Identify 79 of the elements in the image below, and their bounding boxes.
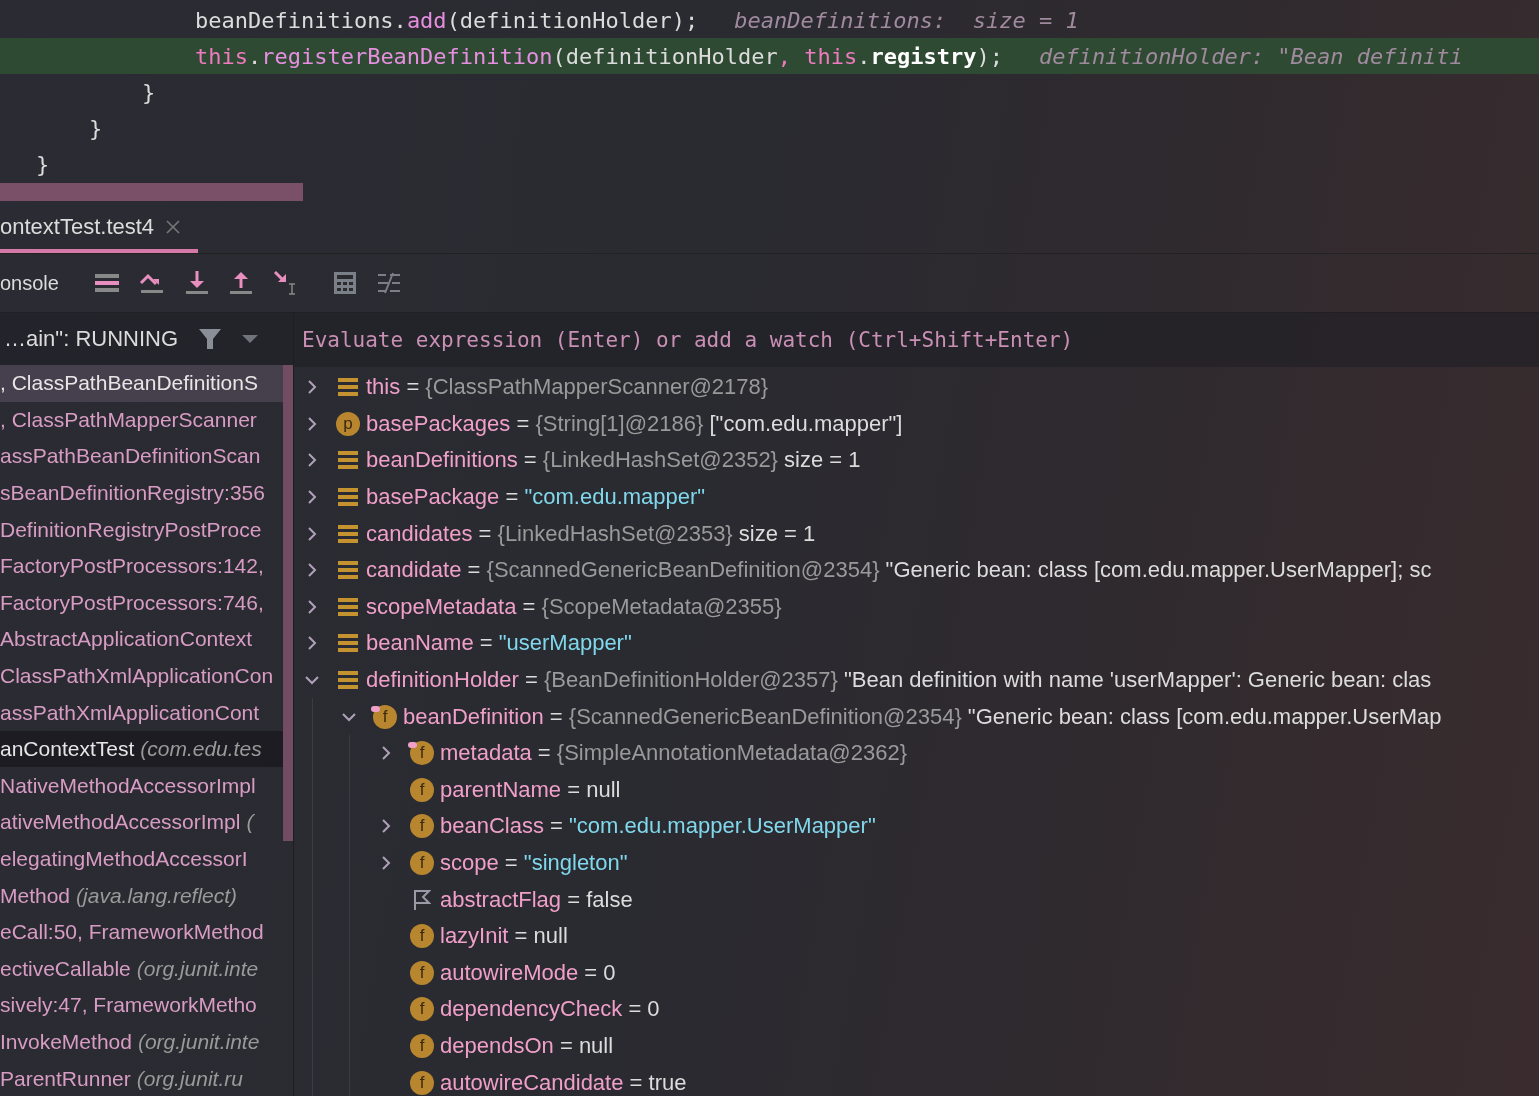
code-line: }	[36, 152, 50, 178]
step-out-icon[interactable]	[228, 270, 253, 296]
variable-text: beanName = "userMapper"	[366, 630, 632, 657]
variable-text: lazyInit = null	[440, 923, 568, 950]
list-icon	[338, 560, 358, 581]
variable-text: scopeMetadata = {ScopeMetadata@2355}	[366, 593, 782, 620]
variable-text: beanDefinition = {ScannedGenericBeanDefinition@2354} "Generic bean: class [com.edu.mapper.UserMap	[403, 703, 1442, 730]
stack-frame[interactable]: ectiveCallable (org.junit.inte	[0, 956, 259, 981]
variable-text: dependsOn = null	[440, 1033, 614, 1059]
menu-icon[interactable]	[94, 273, 119, 293]
code-line: }	[140, 80, 156, 105]
stack-frame[interactable]: sively:47, FrameworkMetho	[0, 993, 257, 1018]
vertical-scrollbar[interactable]	[283, 364, 293, 841]
stack-frame[interactable]: , ClassPathMapperScanner	[0, 407, 257, 432]
field-badge-icon: f	[410, 777, 434, 802]
list-icon	[338, 377, 358, 398]
list-icon	[338, 523, 358, 544]
evaluate-expression-field[interactable]: Evaluate expression (Enter) or add a watch (Ctrl+Shift+Enter)	[294, 313, 1539, 367]
field-badge-icon: f	[410, 1070, 434, 1095]
step-over-icon[interactable]	[138, 271, 165, 295]
field-badge-icon: f	[410, 814, 434, 839]
code-line: }	[87, 116, 103, 142]
variable-text: beanClass = "com.edu.mapper.UserMapper"	[440, 813, 876, 840]
variable-text: beanDefinitions = {LinkedHashSet@2352} size = 1	[366, 447, 861, 474]
stack-frame[interactable]: sBeanDefinitionRegistry:356	[0, 481, 265, 505]
stack-frame[interactable]: NativeMethodAccessorImpl	[0, 773, 256, 798]
close-icon[interactable]	[166, 220, 181, 234]
variable-text: this = {ClassPathMapperScanner@2178}	[366, 374, 769, 401]
variable-text: autowireCandidate = true	[440, 1069, 687, 1096]
horizontal-scrollbar[interactable]	[0, 183, 303, 201]
trace-icon[interactable]	[376, 272, 401, 294]
stack-frame[interactable]: ParentRunner (org.junit.ru	[0, 1066, 243, 1091]
code-line: beanDefinitions.add(definitionHolder);	[193, 7, 699, 33]
stack-frame[interactable]: elegatingMethodAccessorI	[0, 846, 248, 871]
variable-text: dependencyCheck = 0	[440, 996, 660, 1023]
list-icon	[338, 596, 358, 617]
field-badge-icon: f	[410, 924, 434, 949]
stack-frame[interactable]: ativeMethodAccessorImpl (	[0, 810, 254, 835]
stack-frame[interactable]: ClassPathXmlApplicationCon	[0, 664, 274, 688]
field-badge-icon: p	[336, 411, 360, 436]
variable-text: metadata = {SimpleAnnotationMetadata@2362}	[440, 740, 907, 767]
step-into-icon[interactable]	[184, 270, 209, 296]
variable-text: candidates = {LinkedHashSet@2353} size = 1	[366, 520, 816, 547]
stack-frame[interactable]: FactoryPostProcessors:746,	[0, 590, 264, 615]
variable-text: abstractFlag = false	[440, 886, 633, 913]
flag-icon	[413, 888, 431, 911]
field-badge-icon: f	[410, 997, 434, 1022]
stack-frame[interactable]: assPathXmlApplicationCont	[0, 700, 260, 725]
stack-frame[interactable]: assPathBeanDefinitionScan	[0, 444, 261, 469]
variable-text: basePackage = "com.edu.mapper"	[366, 484, 706, 511]
field-badge-icon: f	[410, 851, 434, 875]
variable-text: basePackages = {String[1]@2186} ["com.edu.mapper"]	[366, 410, 903, 437]
field-badge-icon: f	[410, 960, 434, 985]
field-badge-icon: f	[410, 741, 434, 766]
variable-text: candidate = {ScannedGenericBeanDefinition@2354} "Generic bean: class [com.edu.mapper.UserMapper]; sc	[366, 557, 1432, 584]
variable-text: autowireMode = 0	[440, 959, 616, 986]
stack-frame[interactable]: eCall:50, FrameworkMethod	[0, 920, 264, 945]
variable-text: scope = "singleton"	[440, 850, 628, 876]
stack-frame[interactable]: DefinitionRegistryPostProce	[0, 517, 262, 542]
code-line: this.registerBeanDefinition(definitionHolder, this.registry);	[193, 43, 1003, 69]
stack-frame[interactable]: AbstractApplicationContext	[0, 627, 253, 652]
list-icon	[338, 633, 358, 654]
dropdown-caret-icon[interactable]	[242, 333, 259, 344]
list-icon	[338, 487, 358, 508]
stack-frame[interactable]: Method (java.lang.reflect)	[0, 883, 238, 908]
list-icon	[338, 450, 358, 471]
filter-icon[interactable]	[198, 326, 223, 351]
inline-hint: definitionHolder: "Bean definiti	[1038, 43, 1463, 69]
field-badge-icon: f	[410, 1034, 434, 1058]
stack-frame[interactable]: FactoryPostProcessors:142,	[0, 554, 264, 579]
field-badge-icon: f	[373, 704, 397, 729]
variable-text: definitionHolder = {BeanDefinitionHolder@2357} "Bean definition with name 'userMapper': Generic bean: clas	[366, 667, 1432, 694]
list-icon	[338, 670, 358, 691]
debug-tab[interactable]: ontextTest.test4	[0, 205, 199, 253]
inline-hint: beanDefinitions: size = 1	[734, 7, 1079, 33]
stack-frame[interactable]: InvokeMethod (org.junit.inte	[0, 1029, 260, 1054]
variable-text: parentName = null	[440, 776, 621, 803]
console-tab[interactable]: onsole	[0, 271, 59, 295]
calculator-icon[interactable]	[332, 271, 357, 295]
